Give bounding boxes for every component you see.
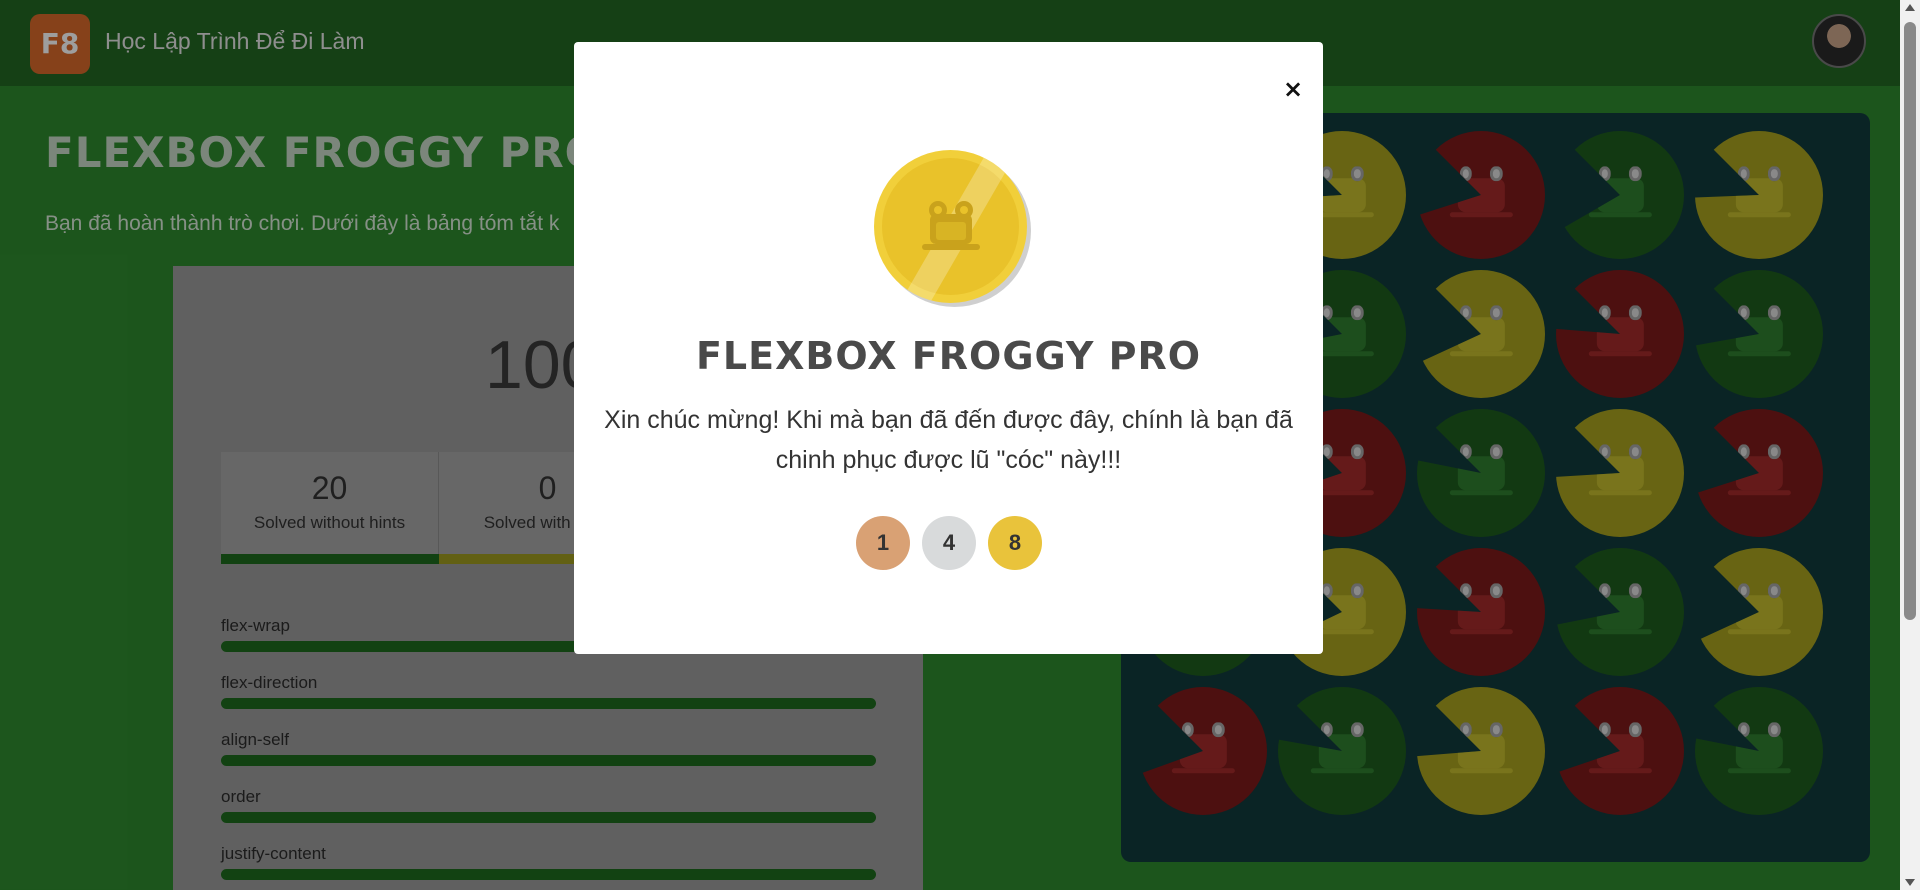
medal-silver: 4 <box>922 516 976 570</box>
congrats-message: Xin chúc mừng! Khi mà bạn đã đến được đâ… <box>604 406 1293 474</box>
completion-modal: × FLEXBOX FROGGY PRO Xin chúc mừng! Khi … <box>574 42 1323 654</box>
close-icon[interactable]: × <box>1280 76 1306 102</box>
frog-icon <box>922 201 980 250</box>
scroll-up-arrow-icon[interactable] <box>1905 4 1915 11</box>
scrollbar-thumb[interactable] <box>1904 22 1916 620</box>
gold-frog-coin-icon <box>874 150 1027 303</box>
medal-bronze: 1 <box>856 516 910 570</box>
scroll-down-arrow-icon[interactable] <box>1905 879 1915 886</box>
modal-title: FLEXBOX FROGGY PRO <box>695 334 1202 378</box>
medal-gold: 8 <box>988 516 1042 570</box>
page-scrollbar[interactable] <box>1900 0 1920 890</box>
